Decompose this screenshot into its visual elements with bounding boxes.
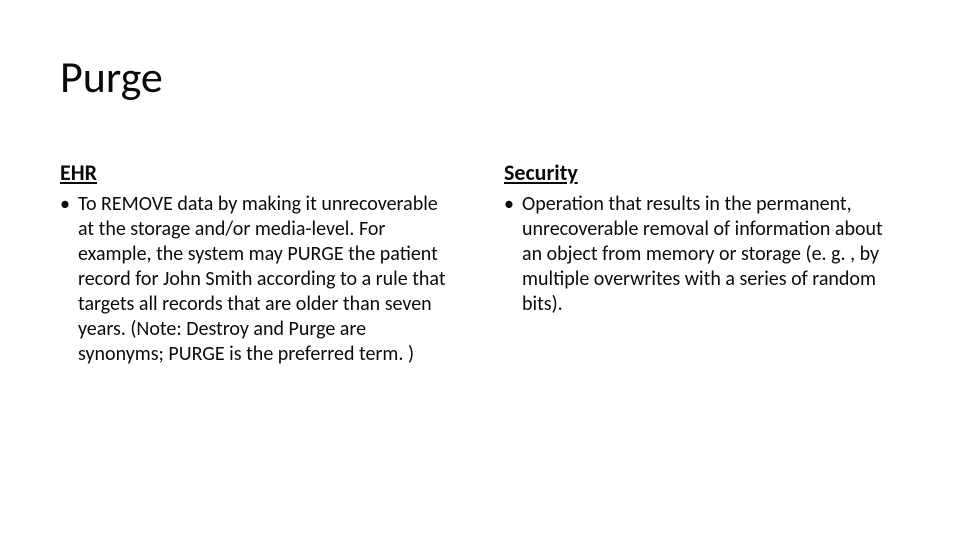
list-security: Operation that results in the permanent,… [504, 192, 900, 317]
column-ehr: EHR To REMOVE data by making it unrecove… [60, 159, 456, 367]
list-ehr: To REMOVE data by making it unrecoverabl… [60, 192, 456, 367]
columns: EHR To REMOVE data by making it unrecove… [60, 159, 900, 367]
heading-ehr: EHR [60, 159, 456, 186]
heading-security: Security [504, 159, 900, 186]
slide: Purge EHR To REMOVE data by making it un… [0, 0, 960, 540]
list-item: Operation that results in the permanent,… [504, 192, 900, 317]
list-item: To REMOVE data by making it unrecoverabl… [60, 192, 456, 367]
column-security: Security Operation that results in the p… [504, 159, 900, 367]
page-title: Purge [60, 50, 900, 104]
